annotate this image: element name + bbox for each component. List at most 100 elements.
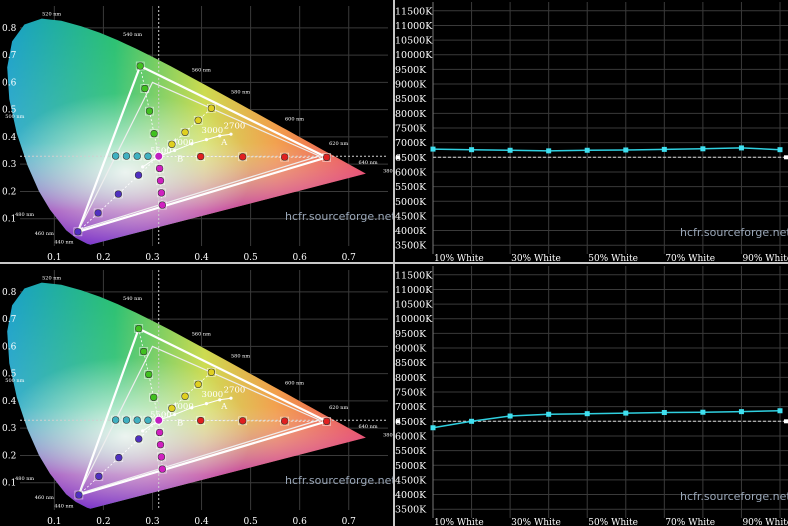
y-tick-label: 9500K (395, 329, 427, 340)
cct-series-point (777, 408, 783, 414)
locus-label: 580 nm (231, 89, 250, 95)
planckian-point (204, 402, 209, 406)
locus-label: 520 nm (42, 276, 61, 282)
cie-diagram-bottom: 520 nm 540 nm 560 nm 580 nm 600 nm 620 nm 640 … (2, 270, 393, 526)
y-tick-label: 0.4 (2, 133, 17, 143)
locus-label: 440 nm (54, 503, 73, 509)
locus-label: 540 nm (123, 32, 142, 38)
locus-label: 380 nm (383, 168, 393, 174)
y-tick-label: 11000K (395, 285, 433, 296)
x-tick-label: 0.4 (194, 517, 209, 526)
sweep-point (155, 164, 164, 173)
sweep-point (158, 201, 166, 209)
sweep-point (155, 428, 164, 437)
cct-series-point (507, 413, 513, 419)
y-tick-label: 0.4 (2, 397, 17, 407)
vertical-divider (393, 0, 395, 526)
sweep-point (111, 416, 120, 424)
sweep-point (144, 152, 152, 160)
y-tick-label: 5500K (395, 182, 427, 193)
sweep-point (322, 153, 331, 162)
sweep-point (197, 416, 205, 425)
y-tick-label: 8500K (395, 358, 427, 369)
locus-label: 620 nm (329, 141, 348, 147)
cct-series-point (546, 411, 552, 417)
x-tick-label: 0.6 (293, 253, 308, 262)
y-tick-label: 0.6 (2, 78, 17, 88)
watermark-text: hcfr.sourceforge.net (680, 490, 788, 503)
x-tick-label: 0.6 (293, 517, 308, 526)
y-tick-label: 11500K (395, 270, 433, 281)
locus-label: 600 nm (285, 381, 304, 387)
y-tick-label: 5500K (395, 446, 427, 457)
planckian-point (229, 132, 233, 136)
planckian-point (172, 412, 177, 417)
cct-series-line (432, 410, 781, 429)
x-tick-label: 0.5 (243, 517, 258, 526)
planckian-point (172, 148, 177, 153)
y-tick-label: 0.3 (2, 424, 17, 434)
sweep-point (122, 416, 131, 424)
y-tick-label: 11500K (395, 6, 433, 17)
cct-series-point (546, 148, 552, 154)
x-tick-label: 0.7 (342, 517, 357, 526)
y-tick-label: 10500K (395, 36, 433, 47)
sweep-point (168, 404, 176, 412)
sweep-point (136, 62, 144, 70)
sweep-point (75, 491, 83, 499)
sweep-point (74, 228, 82, 236)
y-tick-label: 3500K (395, 241, 427, 252)
sweep-point (181, 392, 189, 400)
cct-label: B (177, 154, 183, 164)
y-tick-label: 10500K (395, 300, 433, 311)
y-tick-label: 0.1 (2, 215, 16, 225)
x-tick-label: 0.1 (47, 253, 61, 262)
locus-label: 460 nm (35, 495, 54, 501)
cct-series-point (738, 145, 744, 151)
cct-series-point (430, 146, 436, 152)
sweep-point (322, 417, 331, 426)
x-tick-label: 70% White (665, 254, 715, 262)
sweep-point (238, 417, 247, 425)
cie-chart-bottom: 520 nm 540 nm 560 nm 580 nm 600 nm 620 nm 640 … (0, 264, 393, 526)
y-tick-label: 4000K (395, 226, 427, 237)
sweep-point (135, 324, 143, 333)
x-tick-label: 30% White (511, 254, 561, 262)
cct-series-point (661, 410, 667, 416)
cct-series-point (700, 146, 706, 152)
reference-marker (396, 419, 400, 424)
y-tick-label: 5000K (395, 197, 427, 208)
sweep-point (194, 380, 202, 388)
planckian-point (204, 138, 209, 142)
cct-series-point (661, 146, 667, 152)
y-tick-label: 0.1 (2, 479, 16, 489)
sweep-point (144, 416, 152, 424)
sweep-point (145, 370, 153, 379)
y-tick-label: 8000K (395, 109, 427, 120)
cct-series-point (584, 147, 590, 153)
locus-label: 560 nm (192, 67, 211, 73)
y-tick-label: 9000K (395, 344, 427, 355)
y-tick-label: 0.7 (2, 51, 17, 61)
cct-series-point (469, 147, 475, 153)
locus-label: 460 nm (35, 231, 54, 237)
watermark-text: hcfr.sourceforge.net (285, 474, 393, 487)
sweep-point (156, 440, 165, 449)
cct-series-point (507, 147, 513, 153)
y-tick-label: 0.6 (2, 342, 17, 352)
x-tick-label: 10% White (434, 518, 484, 526)
locus-label: 480 nm (15, 212, 34, 218)
y-tick-label: 6000K (395, 431, 427, 442)
x-tick-label: 0.5 (243, 253, 258, 262)
cct-label: 2700 (224, 122, 246, 132)
y-tick-label: 11000K (395, 21, 433, 32)
sweep-point (135, 435, 143, 443)
sweep-point (114, 190, 123, 198)
y-tick-label: 7500K (395, 124, 427, 135)
cct-series-point (700, 409, 706, 415)
sweep-point (280, 417, 289, 425)
cct-chart-top: 11500K 11000K 10500K 10000K 9500K 9000K 8500K 8… (395, 0, 788, 262)
x-tick-label: 0.3 (145, 517, 160, 526)
sweep-point (156, 176, 165, 185)
cct-series-point (469, 418, 475, 424)
